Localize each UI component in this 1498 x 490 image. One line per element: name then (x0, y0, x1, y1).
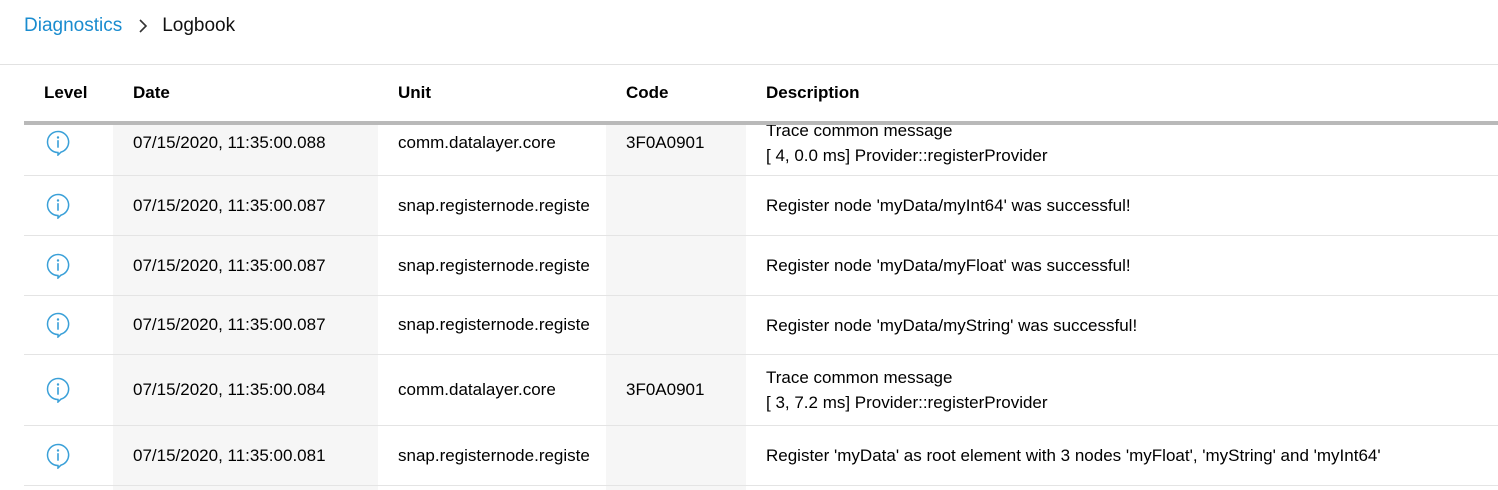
date-cell: 07/15/2020, 11:35:00.087 (133, 315, 326, 334)
table-body[interactable]: 07/15/2020, 11:35:00.088 comm.datalayer.… (24, 65, 1498, 490)
info-icon (46, 193, 70, 219)
level-cell (24, 355, 113, 425)
level-cell (24, 236, 113, 295)
code-cell (606, 296, 746, 354)
description-line: [ 4, 0.0 ms] Provider::registerProvider (766, 145, 1048, 165)
header-description[interactable]: Description (746, 65, 1498, 121)
date-cell: 07/15/2020, 11:35:00.084 (133, 380, 326, 399)
unit-cell: snap.registernode.registe (398, 445, 590, 465)
info-icon (46, 312, 70, 338)
table-row[interactable]: 07/15/2020, 11:35:00.084 comm.datalayer.… (24, 355, 1498, 426)
logbook-table: Level Date Unit Code Description 07/15/2… (24, 65, 1498, 490)
table-row[interactable]: 07/15/2020, 11:35:00.087 snap.registerno… (24, 236, 1498, 296)
chevron-right-icon (138, 19, 148, 33)
description-cell: Register node 'myData/myString' was succ… (746, 296, 1498, 354)
code-cell (606, 176, 746, 235)
description-cell: Register node 'myData/myInt64' was succe… (746, 176, 1498, 235)
description-line: Register node 'myData/myFloat' was succe… (766, 256, 1131, 275)
date-cell: 07/15/2020, 11:35:00.087 (133, 195, 326, 215)
description-line: Trace common message (766, 368, 953, 387)
date-cell: 07/15/2020, 11:35:00.081 (133, 445, 326, 465)
description-line: Register 'myData' as root element with 3… (766, 446, 1381, 465)
table-row[interactable]: 07/15/2020, 11:35:00.087 snap.registerno… (24, 176, 1498, 236)
unit-cell: comm.datalayer.core (398, 380, 556, 399)
info-icon (46, 377, 70, 403)
header-date[interactable]: Date (113, 65, 378, 121)
info-icon (46, 443, 70, 469)
breadcrumb-diagnostics-link[interactable]: Diagnostics (24, 15, 122, 37)
info-icon (46, 253, 70, 279)
breadcrumb-current: Logbook (162, 15, 236, 36)
description-line: Register node 'myData/myString' was succ… (766, 315, 1138, 335)
description-cell: Register node 'myData/myFloat' was succe… (746, 236, 1498, 295)
level-cell (24, 176, 113, 235)
header-code[interactable]: Code (606, 65, 746, 121)
unit-cell: snap.registernode.registe (398, 315, 590, 334)
date-cell: 07/15/2020, 11:35:00.087 (133, 255, 326, 275)
description-line: Register node 'myData/myInt64' was succe… (766, 196, 1131, 215)
breadcrumb: Diagnostics Logbook (24, 12, 235, 40)
info-icon (46, 130, 70, 156)
unit-cell: snap.registernode.registe (398, 255, 590, 275)
table-row[interactable]: 07/15/2020, 11:35:00.087 snap.registerno… (24, 296, 1498, 355)
table-header: Level Date Unit Code Description (24, 65, 1498, 121)
table-row[interactable]: 07/15/2020, 11:35:00.081 snap.registerno… (24, 426, 1498, 486)
code-cell: 3F0A0901 (626, 380, 705, 399)
level-cell (24, 296, 113, 354)
header-level[interactable]: Level (24, 65, 113, 121)
code-cell (606, 426, 746, 485)
description-cell: Trace common message [ 3, 7.2 ms] Provid… (746, 355, 1498, 425)
description-line: [ 3, 7.2 ms] Provider::registerProvider (766, 393, 1048, 412)
level-cell (24, 426, 113, 485)
unit-cell: snap.registernode.registe (398, 195, 590, 215)
header-unit[interactable]: Unit (378, 65, 606, 121)
code-cell (606, 236, 746, 295)
description-cell: Register 'myData' as root element with 3… (746, 426, 1498, 485)
header-shadow (24, 121, 1498, 125)
